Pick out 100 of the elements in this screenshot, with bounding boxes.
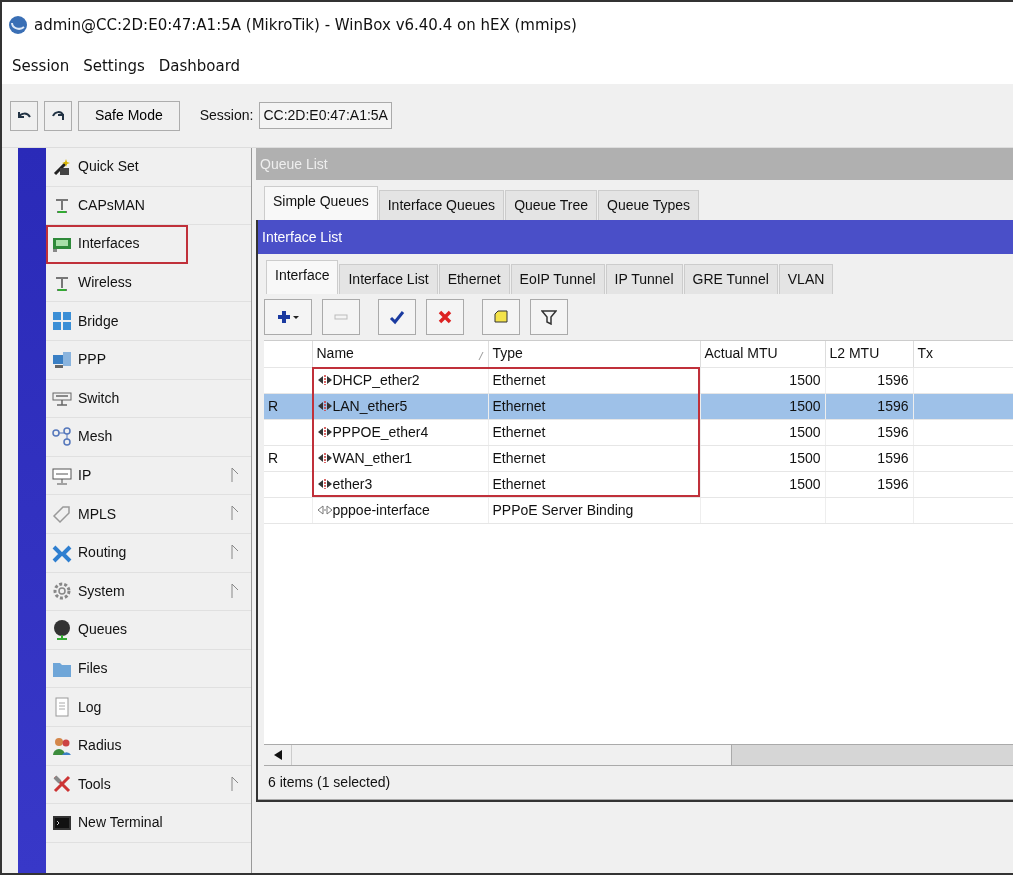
tab[interactable]: Simple Queues: [264, 186, 378, 220]
type-cell: Ethernet: [488, 419, 700, 445]
sidebar-item[interactable]: Switch: [46, 379, 251, 419]
sidebar-item[interactable]: MPLS: [46, 495, 251, 534]
users-icon: [52, 735, 72, 756]
column-header[interactable]: Tx: [913, 341, 1013, 367]
table-row[interactable]: R WAN_ether1 Ethernet 1500 1596: [264, 445, 1013, 471]
column-header[interactable]: Actual MTU: [700, 341, 825, 367]
sidebar-item[interactable]: CAPsMAN: [46, 186, 251, 226]
sidebar-item[interactable]: IP: [46, 456, 251, 496]
tab[interactable]: IP Tunnel: [605, 264, 683, 294]
mtu-cell: 1596: [825, 393, 913, 419]
mtu-cell: 1596: [825, 367, 913, 393]
mtu-cell: 1500: [700, 367, 825, 393]
menu-item[interactable]: Dashboard: [158, 54, 241, 78]
tab[interactable]: Queue Tree: [505, 190, 598, 220]
interface-icon: [316, 477, 333, 490]
ip-icon: [52, 465, 72, 486]
left-arrow-icon[interactable]: [273, 750, 282, 760]
redo-button[interactable]: [44, 100, 72, 131]
session-field: CC:2D:E0:47:A1:5A: [259, 102, 392, 129]
type-cell: Ethernet: [488, 471, 700, 497]
mesh-icon: [52, 426, 72, 447]
mtu-cell: 1500: [700, 471, 825, 497]
table-row[interactable]: PPPOE_ether4 Ethernet 1500 1596: [264, 419, 1013, 445]
sidebar-item[interactable]: Quick Set: [46, 148, 251, 187]
window-title: Interface List: [258, 220, 1013, 254]
menu-item[interactable]: Settings: [83, 54, 145, 78]
tab[interactable]: Interface Queues: [378, 190, 505, 220]
sidebar-item[interactable]: Interfaces: [46, 225, 188, 264]
mtu-cell: 1596: [825, 471, 913, 497]
redo-icon: [51, 109, 65, 122]
sidebar-item[interactable]: Bridge: [46, 302, 251, 341]
flag-cell: R: [264, 445, 312, 471]
sidebar-item[interactable]: Log: [46, 688, 251, 727]
horizontal-scrollbar[interactable]: [264, 744, 1013, 766]
sidebar-item[interactable]: Routing: [46, 533, 251, 573]
interface-icon: [316, 425, 333, 438]
app-logo-icon: [8, 15, 28, 35]
enable-button[interactable]: [378, 299, 416, 335]
sidebar-item[interactable]: Queues: [46, 611, 251, 650]
table-row[interactable]: pppoe-interface PPPoE Server Binding: [264, 497, 1013, 523]
mtu-cell: 1500: [700, 445, 825, 471]
filter-button[interactable]: [530, 299, 568, 335]
name-cell: PPPOE_ether4: [312, 419, 488, 445]
name-cell: ether3: [312, 471, 488, 497]
disable-button[interactable]: [426, 299, 464, 335]
tab[interactable]: EoIP Tunnel: [510, 264, 605, 294]
add-button[interactable]: [264, 299, 312, 335]
computers-icon: [52, 349, 72, 370]
interface-icon: [316, 451, 333, 464]
type-cell: PPPoE Server Binding: [488, 497, 700, 523]
sidebar-item[interactable]: System: [46, 572, 251, 612]
name-cell: LAN_ether5: [312, 393, 488, 419]
close-icon: [437, 309, 453, 325]
column-header[interactable]: Name: [312, 341, 488, 367]
undo-button[interactable]: [10, 100, 38, 131]
globe-icon: [52, 619, 72, 640]
tools-icon: [52, 774, 72, 795]
plus-icon: [276, 309, 300, 325]
interface-icon: [316, 503, 333, 516]
mtu-cell: 1596: [825, 419, 913, 445]
column-header[interactable]: Type: [488, 341, 700, 367]
tab[interactable]: GRE Tunnel: [683, 264, 778, 294]
sidebar-item[interactable]: New Terminal: [46, 804, 251, 843]
gear-icon: [52, 581, 72, 602]
comment-button[interactable]: [482, 299, 520, 335]
mtu-cell: 1500: [700, 419, 825, 445]
interface-icon: [316, 373, 333, 386]
tab[interactable]: Queue Types: [598, 190, 700, 220]
status-text: 6 items (1 selected): [268, 773, 391, 792]
tab[interactable]: Interface List: [339, 264, 438, 294]
check-icon: [389, 309, 405, 325]
sidebar-item[interactable]: Radius: [46, 726, 251, 766]
document-icon: [52, 697, 72, 718]
window-title: Queue List: [256, 148, 1013, 180]
tab[interactable]: Ethernet: [438, 264, 510, 294]
menu-item[interactable]: Session: [12, 54, 70, 78]
tags-icon: [52, 504, 72, 525]
sort-icon: [477, 351, 484, 362]
sidebar-item[interactable]: Mesh: [46, 418, 251, 457]
name-cell: pppoe-interface: [312, 497, 488, 523]
interface-icon: [316, 399, 333, 412]
type-cell: Ethernet: [488, 445, 700, 471]
sidebar-item[interactable]: PPP: [46, 340, 251, 380]
table-row[interactable]: R LAN_ether5 Ethernet 1500 1596: [264, 393, 1013, 419]
safe-mode-button[interactable]: Safe Mode: [78, 100, 180, 131]
tab[interactable]: Interface: [266, 260, 339, 294]
sidebar-item[interactable]: Files: [46, 649, 251, 689]
session-label: Session:: [199, 106, 254, 125]
note-icon: [493, 309, 509, 325]
table-row[interactable]: ether3 Ethernet 1500 1596: [264, 471, 1013, 497]
column-header[interactable]: L2 MTU: [825, 341, 913, 367]
table-row[interactable]: DHCP_ether2 Ethernet 1500 1596: [264, 367, 1013, 393]
flag-cell: R: [264, 393, 312, 419]
sidebar-item[interactable]: Wireless: [46, 263, 251, 303]
sidebar-item[interactable]: Tools: [46, 765, 251, 805]
name-cell: WAN_ether1: [312, 445, 488, 471]
mtu-cell: 1596: [825, 445, 913, 471]
tab[interactable]: VLAN: [778, 264, 834, 294]
